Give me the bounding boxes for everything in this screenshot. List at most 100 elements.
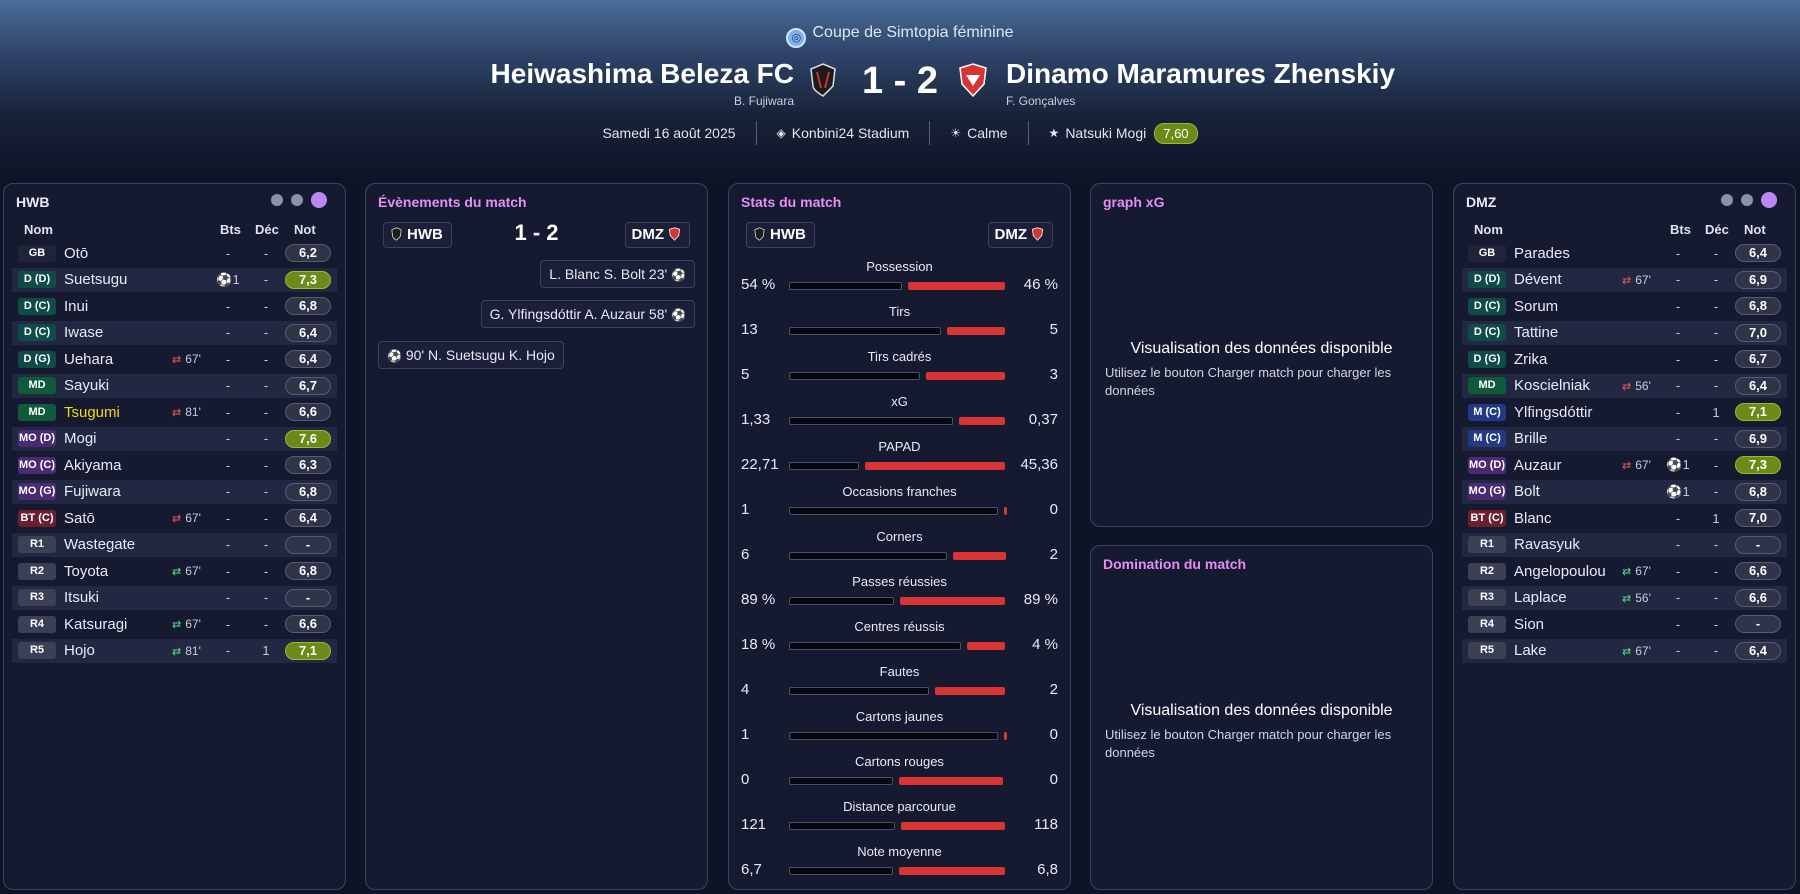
player-name[interactable]: Otō bbox=[64, 245, 88, 262]
event-goal[interactable]: ⚽ 90' N. Suetsugu K. Hojo bbox=[378, 341, 564, 369]
view-toggle[interactable] bbox=[1721, 192, 1777, 208]
player-name[interactable]: Tattine bbox=[1514, 324, 1558, 341]
player-row[interactable]: R3 Laplace ⇄ 56' - - 6,6 bbox=[1462, 585, 1787, 610]
home-coach[interactable]: B. Fujiwara bbox=[491, 94, 794, 108]
player-name[interactable]: Blanc bbox=[1514, 510, 1552, 527]
player-row[interactable]: R4 Sion - - - bbox=[1462, 612, 1787, 636]
player-name[interactable]: Inui bbox=[64, 298, 88, 315]
player-name[interactable]: Laplace bbox=[1514, 589, 1567, 606]
player-row[interactable]: R2 Toyota ⇄ 67' - -6,8 bbox=[12, 559, 337, 583]
weather-icon: ☀ bbox=[950, 126, 962, 140]
player-row[interactable]: GB Parades - -6,4 bbox=[1462, 241, 1787, 265]
player-name[interactable]: Uehara bbox=[64, 351, 113, 368]
away-coach[interactable]: F. Gonçalves bbox=[1006, 94, 1395, 108]
player-name[interactable]: Suetsugu bbox=[64, 271, 127, 288]
home-stat-bar bbox=[789, 597, 894, 605]
away-team-name[interactable]: Dinamo Maramures Zhenskiy bbox=[1006, 58, 1395, 90]
player-name[interactable]: Parades bbox=[1514, 245, 1570, 262]
player-name[interactable]: Sorum bbox=[1514, 298, 1558, 315]
player-row[interactable]: MD Koscielniak ⇄ 56' - - 6,4 bbox=[1462, 373, 1787, 398]
player-row[interactable]: GB Otō - -6,2 bbox=[12, 241, 337, 265]
player-row[interactable]: R3 Itsuki - - - bbox=[12, 585, 337, 610]
view-dot[interactable] bbox=[271, 194, 283, 206]
view-dot[interactable] bbox=[1721, 194, 1733, 206]
player-name[interactable]: Sion bbox=[1514, 616, 1544, 633]
goals-value: - bbox=[1675, 643, 1681, 658]
away-stat-value: 118 bbox=[1034, 816, 1058, 833]
player-name[interactable]: Koscielniak bbox=[1514, 377, 1590, 394]
player-row[interactable]: R5 Lake ⇄ 67' - - 6,4 bbox=[1462, 638, 1787, 663]
player-name[interactable]: Lake bbox=[1514, 642, 1547, 659]
player-name[interactable]: Satō bbox=[64, 510, 95, 527]
player-row[interactable]: MO (D) Auzaur ⇄ 67' ⚽1 -7,3 bbox=[1462, 453, 1787, 477]
player-name[interactable]: Brille bbox=[1514, 430, 1547, 447]
header-name[interactable]: Nom bbox=[24, 222, 53, 237]
player-row[interactable]: BT (C) Satō ⇄ 67' - -6,4 bbox=[12, 506, 337, 530]
player-name[interactable]: Iwase bbox=[64, 324, 103, 341]
player-row[interactable]: R2 Angelopoulou ⇄ 67' - -6,6 bbox=[1462, 559, 1787, 583]
rating-pill: 6,6 bbox=[285, 403, 331, 421]
events-panel: Évènements du match HWB 1 - 2 DMZ L. Bla… bbox=[365, 183, 708, 890]
player-name[interactable]: Ylfingsdóttir bbox=[1514, 404, 1592, 421]
header-assists[interactable]: Déc bbox=[1705, 222, 1729, 237]
event-goal[interactable]: L. Blanc S. Bolt 23' ⚽ bbox=[540, 260, 695, 288]
player-row[interactable]: D (C) Sorum - -6,8 bbox=[1462, 294, 1787, 318]
player-name[interactable]: Angelopoulou bbox=[1514, 563, 1606, 580]
player-row[interactable]: D (D) Dévent ⇄ 67' - - 6,9 bbox=[1462, 267, 1787, 292]
view-toggle[interactable] bbox=[271, 192, 327, 208]
player-row[interactable]: D (C) Tattine - - 7,0 bbox=[1462, 320, 1787, 345]
player-name[interactable]: Tsugumi bbox=[64, 404, 120, 421]
player-row[interactable]: MO (G) Fujiwara - - 6,8 bbox=[12, 479, 337, 504]
player-name[interactable]: Hojo bbox=[64, 642, 95, 659]
player-row[interactable]: D (G) Zrika - -6,7 bbox=[1462, 347, 1787, 371]
stadium-name[interactable]: Konbini24 Stadium bbox=[792, 125, 910, 141]
player-row[interactable]: M (C) Ylfingsdóttir - 1 7,1 bbox=[1462, 400, 1787, 424]
player-row[interactable]: R4 Katsuragi ⇄ 67' - -6,6 bbox=[12, 612, 337, 636]
header-goals[interactable]: Bts bbox=[1670, 222, 1691, 237]
player-row[interactable]: M (C) Brille - - 6,9 bbox=[1462, 426, 1787, 451]
player-row[interactable]: D (D) Suetsugu ⚽1 - 7,3 bbox=[12, 267, 337, 292]
player-name[interactable]: Zrika bbox=[1514, 351, 1547, 368]
player-name[interactable]: Katsuragi bbox=[64, 616, 127, 633]
player-name[interactable]: Dévent bbox=[1514, 271, 1562, 288]
view-dot-active[interactable] bbox=[1761, 192, 1777, 208]
player-row[interactable]: MO (G) Bolt ⚽1 - 6,8 bbox=[1462, 479, 1787, 504]
player-row[interactable]: MD Sayuki - - 6,7 bbox=[12, 373, 337, 398]
player-row[interactable]: R1 Wastegate - - - bbox=[12, 532, 337, 557]
player-row[interactable]: MD Tsugumi ⇄ 81' - -6,6 bbox=[12, 400, 337, 424]
player-name[interactable]: Fujiwara bbox=[64, 483, 121, 500]
header-name[interactable]: Nom bbox=[1474, 222, 1503, 237]
header-rating[interactable]: Not bbox=[1744, 222, 1766, 237]
player-name[interactable]: Sayuki bbox=[64, 377, 109, 394]
header-goals[interactable]: Bts bbox=[220, 222, 241, 237]
header-rating[interactable]: Not bbox=[294, 222, 316, 237]
player-name[interactable]: Itsuki bbox=[64, 589, 99, 606]
player-name[interactable]: Mogi bbox=[64, 430, 97, 447]
player-row[interactable]: D (C) Iwase - - 6,4 bbox=[12, 320, 337, 345]
player-row[interactable]: R1 Ravasyuk - - - bbox=[1462, 532, 1787, 557]
home-crest-icon bbox=[754, 227, 765, 241]
player-row[interactable]: D (G) Uehara ⇄ 67' - -6,4 bbox=[12, 347, 337, 371]
motm-name[interactable]: Natsuki Mogi bbox=[1065, 125, 1146, 141]
player-name[interactable]: Akiyama bbox=[64, 457, 122, 474]
player-row[interactable]: D (C) Inui - -6,8 bbox=[12, 294, 337, 318]
player-name[interactable]: Wastegate bbox=[64, 536, 135, 553]
player-row[interactable]: MO (D) Mogi - - 7,6 bbox=[12, 426, 337, 451]
position-badge: D (C) bbox=[1468, 297, 1506, 315]
player-name[interactable]: Ravasyuk bbox=[1514, 536, 1580, 553]
view-dot-active[interactable] bbox=[311, 192, 327, 208]
view-dot[interactable] bbox=[1741, 194, 1753, 206]
event-goal[interactable]: G. Ylfingsdóttir A. Auzaur 58' ⚽ bbox=[480, 300, 695, 328]
substitution-info: ⇄ 56' bbox=[1622, 590, 1651, 605]
player-name[interactable]: Toyota bbox=[64, 563, 108, 580]
player-row[interactable]: BT (C) Blanc - 1 7,0 bbox=[1462, 506, 1787, 530]
player-name[interactable]: Auzaur bbox=[1514, 457, 1562, 474]
player-name[interactable]: Bolt bbox=[1514, 483, 1540, 500]
away-team-block[interactable]: Dinamo Maramures Zhenskiy F. Gonçalves bbox=[1006, 58, 1395, 108]
home-team-name[interactable]: Heiwashima Beleza FC bbox=[491, 58, 794, 90]
home-team-block[interactable]: Heiwashima Beleza FC B. Fujiwara bbox=[491, 58, 794, 108]
header-assists[interactable]: Déc bbox=[255, 222, 279, 237]
player-row[interactable]: MO (C) Akiyama - -6,3 bbox=[12, 453, 337, 477]
view-dot[interactable] bbox=[291, 194, 303, 206]
player-row[interactable]: R5 Hojo ⇄ 81' - 1 7,1 bbox=[12, 638, 337, 663]
